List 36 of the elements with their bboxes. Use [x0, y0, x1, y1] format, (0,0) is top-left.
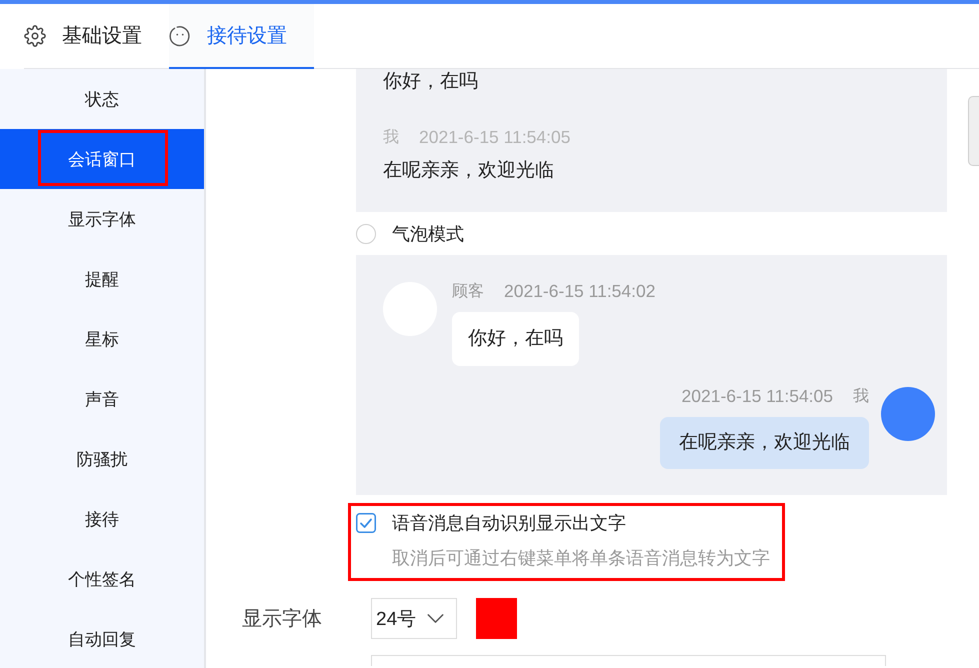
sidebar-item[interactable]: 接待 [0, 489, 204, 549]
radio-button[interactable] [356, 224, 376, 244]
tab[interactable]: 基础设置 [24, 4, 169, 69]
sidebar-item[interactable]: 星标 [0, 309, 204, 369]
hint-text: 取消后可通过右键菜单将单条语音消息转为文字 [391, 547, 770, 570]
message-text: 在呢亲亲，欢迎光临 [383, 159, 554, 183]
message-time: 2021-6-15 11:54:05 [682, 386, 833, 406]
radio-label: 气泡模式 [392, 223, 464, 246]
message-bubble: 你好，在吗 [452, 312, 579, 366]
sender-name: 顾客 [452, 282, 484, 302]
sidebar-item[interactable]: 个性签名 [0, 549, 204, 609]
tab[interactable]: 接待设置 [169, 4, 314, 69]
font-size-select[interactable]: 24号 [371, 598, 457, 639]
checkbox-label: 语音消息自动识别显示出文字 [392, 512, 626, 535]
color-swatch[interactable] [476, 598, 517, 639]
sender-name: 我 [853, 386, 869, 406]
field-label: 显示字体 [242, 607, 323, 632]
face-icon [169, 24, 191, 46]
sidebar-item[interactable]: 防骚扰 [0, 429, 204, 489]
sidebar-item[interactable]: 声音 [0, 369, 204, 429]
sidebar-item[interactable]: 状态 [0, 69, 204, 129]
message-time: 2021-6-15 11:54:02 [504, 280, 656, 302]
settings-icon [24, 24, 46, 46]
message-time: 2021-6-15 11:54:05 [419, 126, 570, 148]
sender-name: 我 [383, 128, 399, 148]
input-field[interactable] [371, 655, 886, 666]
sidebar-item[interactable]: 自动回复 [0, 609, 204, 668]
message-bubble: 在呢亲亲，欢迎光临 [660, 417, 869, 469]
sidebar-item[interactable]: 提醒 [0, 249, 204, 309]
scrollbar-thumb[interactable] [968, 96, 979, 166]
sidebar-item[interactable]: 会话窗口 [0, 129, 204, 189]
sidebar-item[interactable]: 显示字体 [0, 189, 204, 249]
message-text: 你好，在吗 [383, 70, 478, 94]
chevron-down-icon [427, 614, 444, 623]
avatar-icon [881, 387, 935, 441]
checkbox[interactable] [356, 513, 376, 533]
